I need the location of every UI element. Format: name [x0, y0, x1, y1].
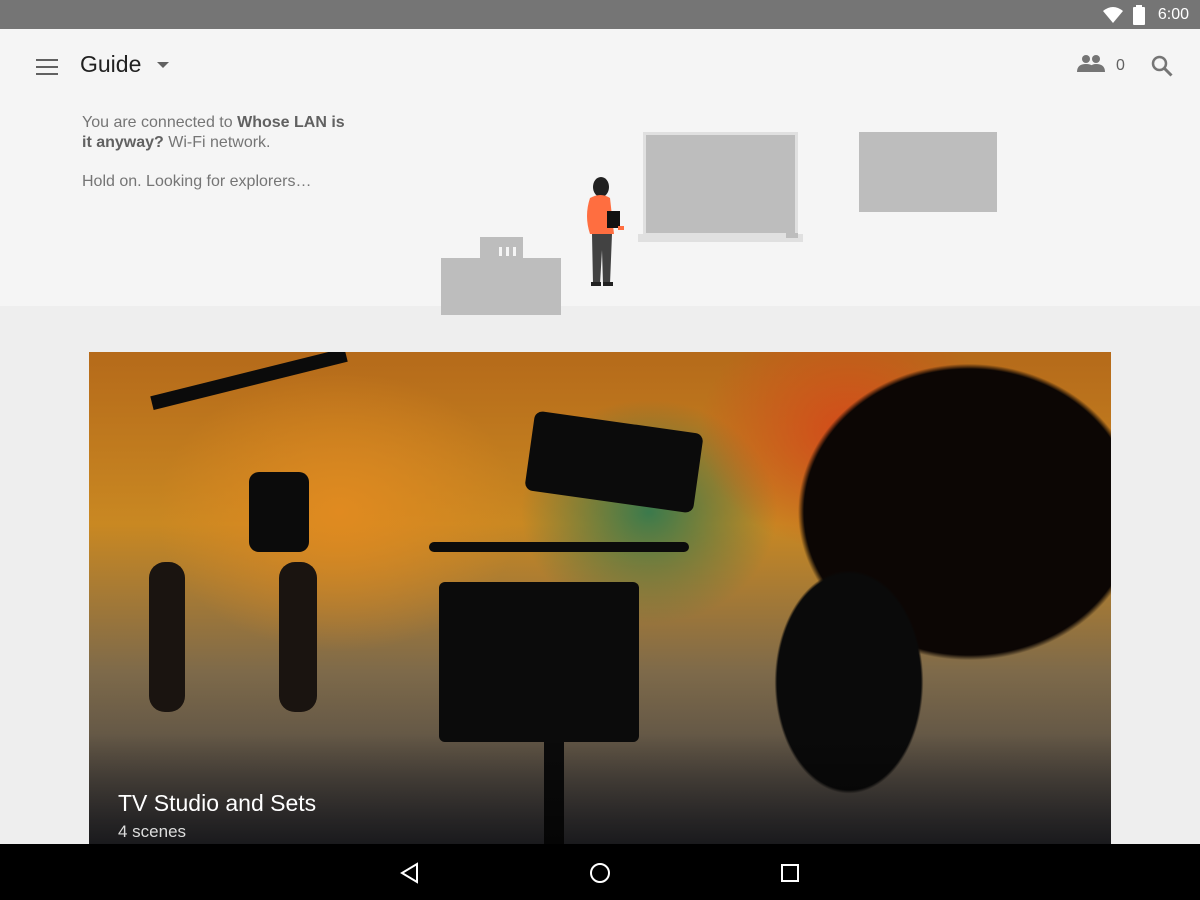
guide-dropdown[interactable]: Guide — [80, 51, 170, 78]
home-icon[interactable] — [585, 858, 615, 888]
illustration-person-icon — [576, 174, 626, 319]
search-icon[interactable] — [1148, 52, 1176, 80]
status-bar: 6:00 — [0, 0, 1200, 29]
hamburger-menu-icon[interactable] — [33, 55, 61, 79]
illustration-large-screen — [643, 132, 798, 236]
back-icon[interactable] — [395, 858, 425, 888]
searching-status: Hold on. Looking for explorers… — [82, 173, 312, 190]
card-image-camera — [524, 410, 704, 514]
illustration-table — [441, 258, 561, 315]
featured-card-tv-studio[interactable]: TV Studio and Sets 4 scenes — [89, 352, 1111, 844]
people-icon — [1077, 54, 1105, 77]
explorers-count-button[interactable]: 0 — [1077, 54, 1125, 77]
connection-message: You are connected to Whose LAN is it any… — [82, 114, 345, 151]
battery-icon — [1132, 4, 1145, 25]
app-header: Guide 0 You are connected to Whose LAN i… — [0, 29, 1200, 315]
page-title: Guide — [80, 51, 142, 77]
illustration-screen-stand — [638, 234, 803, 242]
clock: 6:00 — [1157, 5, 1189, 23]
card-subtitle: 4 scenes — [118, 822, 187, 841]
recents-icon[interactable] — [775, 858, 805, 888]
wifi-icon — [1102, 6, 1123, 23]
card-title: TV Studio and Sets — [118, 790, 317, 816]
connection-info: You are connected to Whose LAN is it any… — [82, 113, 352, 192]
explorers-count: 0 — [1116, 56, 1125, 74]
caret-down-icon — [157, 61, 170, 68]
illustration-stand-detail — [786, 233, 798, 238]
illustration-device-box — [480, 237, 523, 259]
navigation-bar — [0, 844, 1200, 900]
illustration-small-screen — [859, 132, 997, 212]
